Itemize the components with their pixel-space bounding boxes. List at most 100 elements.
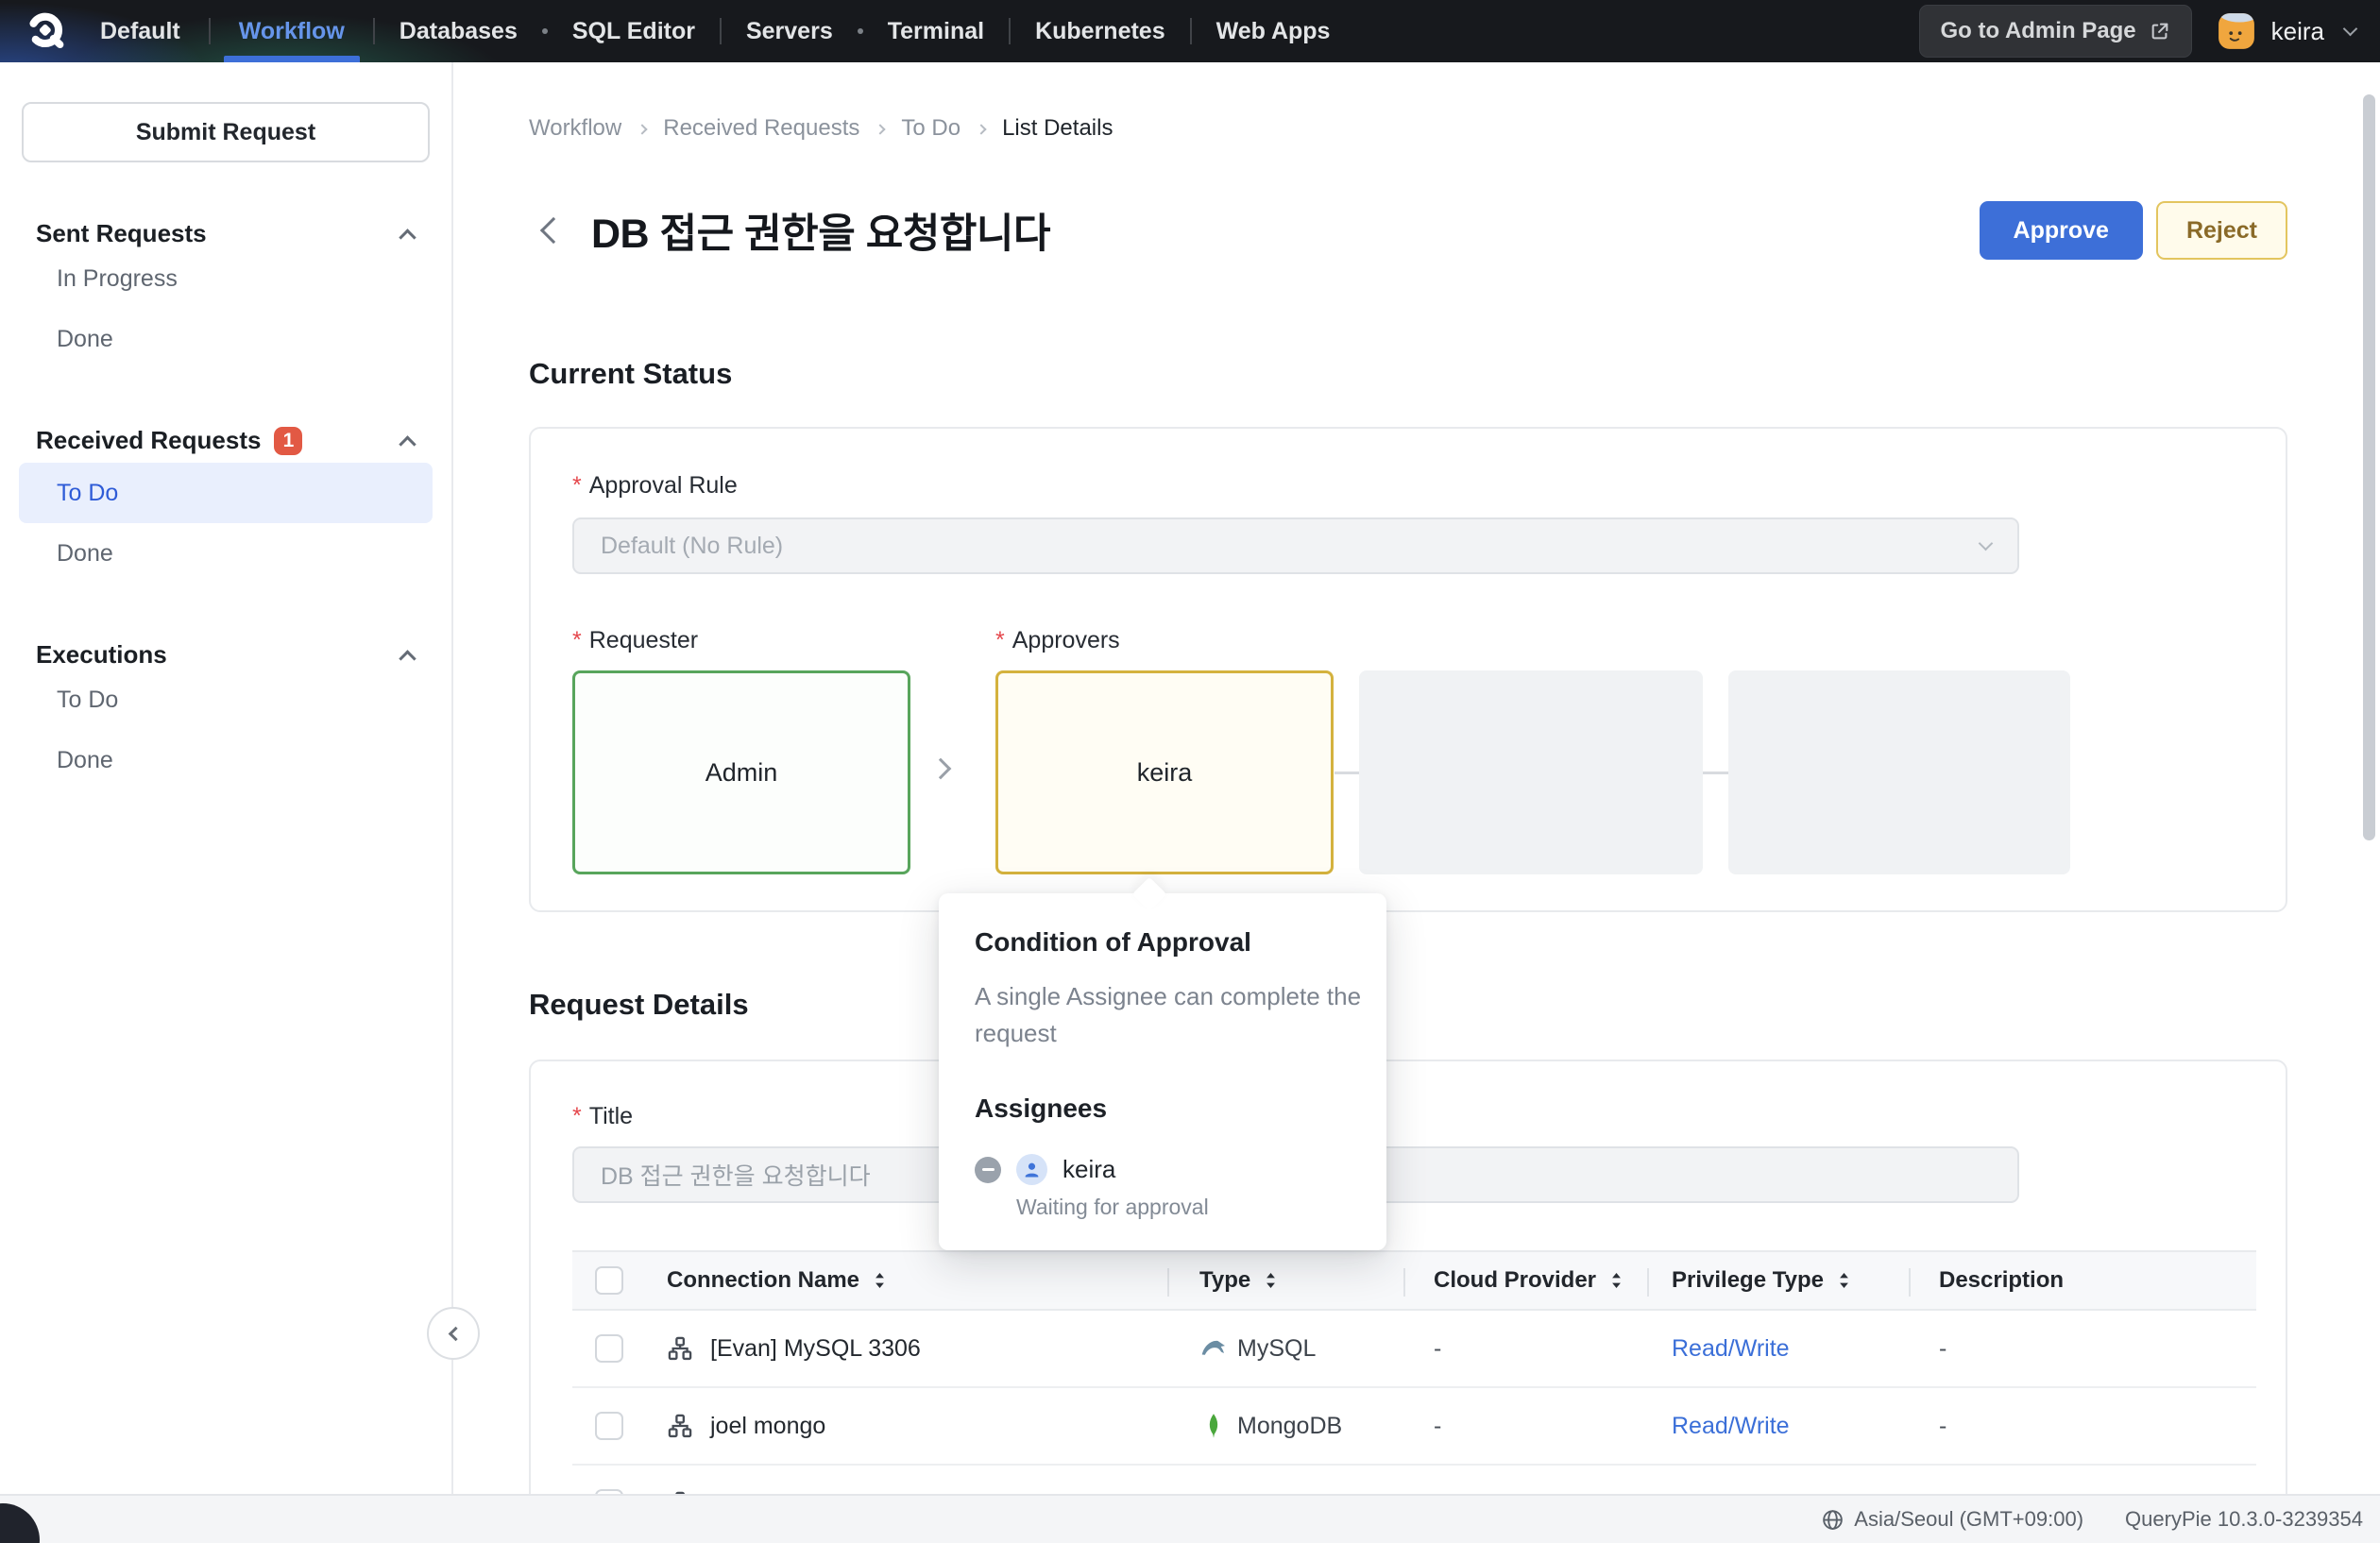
required-mark: * xyxy=(572,1103,582,1129)
timezone-selector[interactable]: Asia/Seoul (GMT+09:00) xyxy=(1821,1507,2083,1532)
header-divider xyxy=(1647,1268,1649,1297)
chevron-up-icon xyxy=(399,229,416,246)
submit-request-button[interactable]: Submit Request xyxy=(22,102,430,162)
nav-tab-terminal[interactable]: Terminal xyxy=(863,0,1009,62)
approver-name: keira xyxy=(1137,758,1193,788)
popover-description: A single Assignee can complete the reque… xyxy=(975,978,1381,1052)
breadcrumb-to-do[interactable]: To Do xyxy=(901,115,960,142)
breadcrumb-workflow[interactable]: Workflow xyxy=(529,115,621,142)
nav-tab-web-apps[interactable]: Web Apps xyxy=(1192,0,1355,62)
mongodb-icon xyxy=(1199,1412,1228,1440)
approval-rule-value: Default (No Rule) xyxy=(601,533,783,560)
go-to-admin-page-button[interactable]: Go to Admin Page xyxy=(1919,5,2192,58)
approver-box-keira[interactable]: keira xyxy=(995,670,1334,874)
sidebar-section-executions[interactable]: Executions xyxy=(0,640,451,670)
breadcrumb-received-requests[interactable]: Received Requests xyxy=(663,115,859,142)
assignees-heading: Assignees xyxy=(975,1094,1351,1124)
required-mark: * xyxy=(995,627,1005,653)
chevron-up-icon xyxy=(399,650,416,667)
approval-condition-popover: Condition of Approval A single Assignee … xyxy=(939,893,1386,1250)
nav-tab-servers[interactable]: Servers xyxy=(722,0,858,62)
user-menu[interactable]: keira xyxy=(2217,11,2355,51)
admin-button-label: Go to Admin Page xyxy=(1941,18,2136,44)
approval-rule-label: *Approval Rule xyxy=(572,472,738,500)
column-header-type[interactable]: Type xyxy=(1167,1267,1403,1294)
column-header-connection-name[interactable]: Connection Name xyxy=(644,1267,1167,1294)
row-checkbox[interactable] xyxy=(595,1412,623,1440)
nav-tab-databases[interactable]: Databases xyxy=(375,0,542,62)
title-label: *Title xyxy=(572,1103,633,1130)
breadcrumb-separator-icon xyxy=(638,124,648,134)
privilege-link[interactable]: Read/Write xyxy=(1672,1413,1790,1440)
request-details-heading: Request Details xyxy=(529,988,749,1022)
mysql-icon xyxy=(1199,1334,1228,1363)
table-row: joel mongo MongoDB - Read/Write - xyxy=(572,1388,2256,1466)
sidebar-item-executions-done[interactable]: Done xyxy=(0,730,451,790)
sort-icon xyxy=(1264,1270,1278,1291)
sidebar-item-received-done[interactable]: Done xyxy=(0,523,451,584)
chevron-left-icon xyxy=(448,1326,463,1341)
required-mark: * xyxy=(572,627,582,653)
header-divider xyxy=(1909,1268,1911,1297)
globe-icon xyxy=(1821,1508,1844,1532)
nav-tab-sql-editor[interactable]: SQL Editor xyxy=(548,0,720,62)
breadcrumb-list-details: List Details xyxy=(1002,115,1113,142)
breadcrumb: Workflow Received Requests To Do List De… xyxy=(529,115,1113,142)
user-avatar xyxy=(2217,11,2256,51)
approver-placeholder-box xyxy=(1728,670,2070,874)
sidebar-section-sent-requests[interactable]: Sent Requests xyxy=(0,219,451,248)
vertical-scrollbar[interactable] xyxy=(2363,94,2375,840)
column-header-description: Description xyxy=(1909,1267,2256,1294)
reject-button[interactable]: Reject xyxy=(2156,201,2287,260)
request-details-card: *Title DB 접근 권한을 요청합니다 Connection Name T… xyxy=(529,1060,2287,1543)
sidebar-item-executions-todo[interactable]: To Do xyxy=(0,670,451,730)
sidebar-item-sent-done[interactable]: Done xyxy=(0,309,451,369)
main-content: Workflow Received Requests To Do List De… xyxy=(455,62,2380,1543)
sort-icon xyxy=(1609,1270,1624,1291)
flow-connector-line xyxy=(1703,772,1728,774)
column-header-privilege-type[interactable]: Privilege Type xyxy=(1647,1267,1909,1294)
connection-name[interactable]: joel mongo xyxy=(710,1413,825,1440)
table-header-row: Connection Name Type Cloud Provider Priv… xyxy=(572,1250,2256,1311)
person-icon xyxy=(1016,1154,1047,1185)
description-value: - xyxy=(1939,1335,1946,1363)
sort-icon xyxy=(1837,1270,1851,1291)
workflow-sidebar: Submit Request Sent Requests In Progress… xyxy=(0,62,453,1543)
privilege-link[interactable]: Read/Write xyxy=(1672,1335,1790,1363)
db-type: MySQL xyxy=(1237,1335,1316,1363)
row-checkbox[interactable] xyxy=(595,1334,623,1363)
chevron-down-icon xyxy=(1979,535,1994,551)
cloud-provider-value: - xyxy=(1434,1335,1441,1363)
cloud-provider-value: - xyxy=(1434,1413,1441,1440)
nav-tab-kubernetes[interactable]: Kubernetes xyxy=(1011,0,1190,62)
top-nav: Default Workflow Databases SQL Editor Se… xyxy=(0,0,2380,62)
approval-rule-select[interactable]: Default (No Rule) xyxy=(572,517,2019,574)
querypie-logo-icon[interactable] xyxy=(25,9,68,53)
flow-connector-line xyxy=(1334,772,1359,774)
sidebar-section-received-requests[interactable]: Received Requests 1 xyxy=(0,426,451,455)
received-requests-count-badge: 1 xyxy=(274,427,302,455)
current-status-heading: Current Status xyxy=(529,357,732,391)
nav-right-group: Go to Admin Page keira xyxy=(1919,5,2380,58)
assignee-status: Waiting for approval xyxy=(1016,1195,1351,1220)
external-link-icon xyxy=(2150,21,2170,42)
title-value: DB 접근 권한을 요청합니다 xyxy=(601,1158,871,1192)
approve-button[interactable]: Approve xyxy=(1980,201,2143,260)
back-button[interactable] xyxy=(544,221,563,240)
org-selector[interactable]: Default xyxy=(94,0,209,62)
approvers-label: *Approvers xyxy=(995,627,1120,654)
nav-tab-workflow[interactable]: Workflow xyxy=(211,0,373,62)
sidebar-collapse-button[interactable] xyxy=(427,1307,480,1360)
connection-name[interactable]: [Evan] MySQL 3306 xyxy=(710,1335,921,1363)
popover-title: Condition of Approval xyxy=(975,927,1351,958)
header-divider xyxy=(1167,1268,1169,1297)
page-title: DB 접근 권한을 요청합니다 xyxy=(591,201,1050,260)
column-header-cloud-provider[interactable]: Cloud Provider xyxy=(1403,1267,1647,1294)
assignee-row: keira xyxy=(975,1154,1351,1185)
sidebar-item-received-todo[interactable]: To Do xyxy=(19,463,433,523)
sidebar-item-sent-in-progress[interactable]: In Progress xyxy=(0,248,451,309)
select-all-checkbox[interactable] xyxy=(595,1266,623,1295)
sort-icon xyxy=(873,1270,887,1291)
waiting-status-icon xyxy=(975,1157,1001,1183)
chevron-left-icon xyxy=(540,217,567,244)
